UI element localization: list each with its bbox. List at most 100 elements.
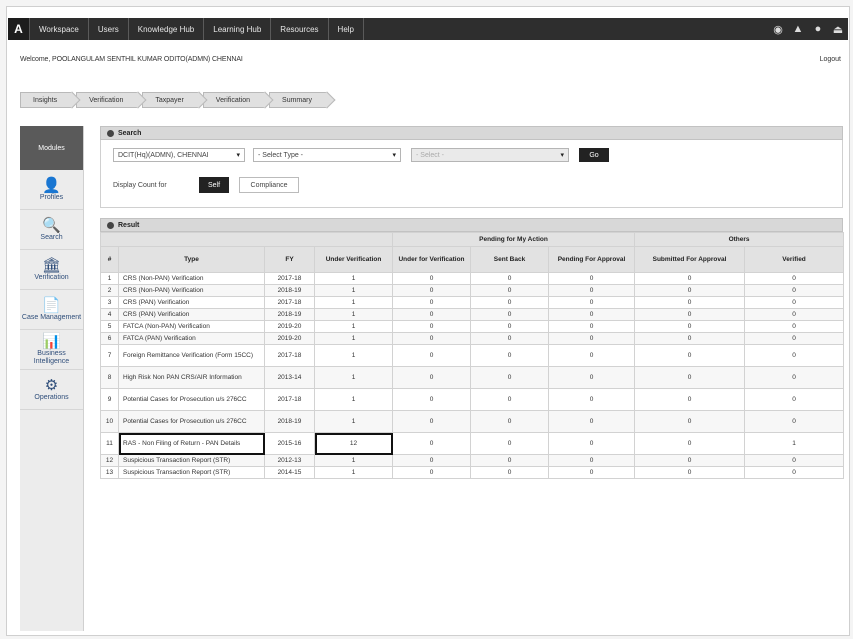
row-under-verification[interactable]: 1 — [314, 344, 393, 367]
sidebar-item-verification[interactable]: 🏛 Verification — [20, 250, 83, 290]
row-under-verification[interactable]: 1 — [314, 410, 393, 433]
nav-users[interactable]: Users — [89, 18, 129, 40]
row-type[interactable]: FATCA (PAN) Verification — [118, 332, 265, 345]
row-verified[interactable]: 0 — [744, 296, 845, 309]
row-under-verification[interactable]: 1 — [314, 296, 393, 309]
sidebar-item-operations[interactable]: ⚙ Operations — [20, 370, 83, 410]
row-sent-back[interactable]: 0 — [470, 284, 549, 297]
user-icon[interactable]: ● — [808, 18, 828, 40]
subtype-select[interactable]: - Select - ▾ — [411, 148, 569, 162]
sidebar-item-search[interactable]: 🔍 Search — [20, 210, 83, 250]
row-under-verification[interactable]: 1 — [314, 272, 393, 285]
row-type[interactable]: CRS (PAN) Verification — [118, 296, 265, 309]
row-sent-back[interactable]: 0 — [470, 320, 549, 333]
row-pending-approval[interactable]: 0 — [547, 284, 636, 297]
row-verified[interactable]: 0 — [744, 332, 845, 345]
row-under-for-verification[interactable]: 0 — [392, 432, 471, 455]
row-under-for-verification[interactable]: 0 — [392, 332, 471, 345]
compliance-button[interactable]: Compliance — [239, 177, 299, 193]
row-pending-approval[interactable]: 0 — [547, 388, 636, 411]
row-under-verification[interactable]: 1 — [314, 454, 393, 467]
row-pending-approval[interactable]: 0 — [547, 332, 636, 345]
row-submitted-approval[interactable]: 0 — [634, 320, 746, 333]
row-type[interactable]: FATCA (Non-PAN) Verification — [118, 320, 265, 333]
row-under-for-verification[interactable]: 0 — [392, 308, 471, 321]
row-submitted-approval[interactable]: 0 — [634, 296, 746, 309]
row-type[interactable]: CRS (Non-PAN) Verification — [118, 284, 265, 297]
row-type[interactable]: Suspicious Transaction Report (STR) — [118, 454, 265, 467]
row-under-for-verification[interactable]: 0 — [392, 296, 471, 309]
result-panel-title[interactable]: Result — [100, 218, 843, 232]
crumb-taxpayer[interactable]: Taxpayer — [142, 92, 199, 108]
row-submitted-approval[interactable]: 0 — [634, 432, 746, 455]
globe-icon[interactable]: ◉ — [768, 18, 788, 40]
row-under-for-verification[interactable]: 0 — [392, 284, 471, 297]
row-under-verification[interactable]: 1 — [314, 308, 393, 321]
row-submitted-approval[interactable]: 0 — [634, 308, 746, 321]
type-select[interactable]: - Select Type - ▾ — [253, 148, 401, 162]
row-pending-approval[interactable]: 0 — [547, 296, 636, 309]
row-pending-approval[interactable]: 0 — [547, 410, 636, 433]
row-under-for-verification[interactable]: 0 — [392, 366, 471, 389]
row-verified[interactable]: 0 — [744, 308, 845, 321]
nav-learning-hub[interactable]: Learning Hub — [204, 18, 272, 40]
home-button[interactable]: A — [8, 18, 30, 40]
row-pending-approval[interactable]: 0 — [547, 308, 636, 321]
row-verified[interactable]: 0 — [744, 466, 845, 479]
search-panel-title[interactable]: Search — [100, 126, 843, 140]
row-under-for-verification[interactable]: 0 — [392, 410, 471, 433]
row-sent-back[interactable]: 0 — [470, 410, 549, 433]
nav-workspace[interactable]: Workspace — [30, 18, 89, 40]
row-pending-approval[interactable]: 0 — [547, 366, 636, 389]
row-sent-back[interactable]: 0 — [470, 296, 549, 309]
crumb-summary[interactable]: Summary — [269, 92, 327, 108]
bell-icon[interactable]: ▲ — [788, 18, 808, 40]
row-submitted-approval[interactable]: 0 — [634, 344, 746, 367]
row-verified[interactable]: 0 — [744, 284, 845, 297]
jurisdiction-select[interactable]: DCIT(Hq)(ADMN), CHENNAI ▾ — [113, 148, 245, 162]
row-under-for-verification[interactable]: 0 — [392, 272, 471, 285]
row-under-verification[interactable]: 1 — [314, 284, 393, 297]
row-under-for-verification[interactable]: 0 — [392, 388, 471, 411]
row-under-verification[interactable]: 1 — [314, 332, 393, 345]
row-submitted-approval[interactable]: 0 — [634, 388, 746, 411]
row-sent-back[interactable]: 0 — [470, 272, 549, 285]
sidebar-item-profiles[interactable]: 👤 Profiles — [20, 170, 83, 210]
row-under-verification[interactable]: 12 — [314, 432, 393, 455]
logout-icon[interactable]: ⏏ — [828, 18, 848, 40]
row-pending-approval[interactable]: 0 — [547, 466, 636, 479]
crumb-verification-2[interactable]: Verification — [202, 92, 266, 108]
row-pending-approval[interactable]: 0 — [547, 432, 636, 455]
row-sent-back[interactable]: 0 — [470, 388, 549, 411]
row-sent-back[interactable]: 0 — [470, 466, 549, 479]
row-sent-back[interactable]: 0 — [470, 432, 549, 455]
row-verified[interactable]: 0 — [744, 388, 845, 411]
row-sent-back[interactable]: 0 — [470, 332, 549, 345]
row-type[interactable]: CRS (PAN) Verification — [118, 308, 265, 321]
row-pending-approval[interactable]: 0 — [547, 454, 636, 467]
row-sent-back[interactable]: 0 — [470, 366, 549, 389]
crumb-verification[interactable]: Verification — [76, 92, 139, 108]
row-verified[interactable]: 0 — [744, 272, 845, 285]
row-pending-approval[interactable]: 0 — [547, 320, 636, 333]
row-submitted-approval[interactable]: 0 — [634, 410, 746, 433]
row-pending-approval[interactable]: 0 — [547, 344, 636, 367]
row-type[interactable]: Potential Cases for Prosecution u/s 276C… — [118, 388, 265, 411]
row-verified[interactable]: 0 — [744, 320, 845, 333]
row-type[interactable]: Suspicious Transaction Report (STR) — [118, 466, 265, 479]
row-type[interactable]: Foreign Remittance Verification (Form 15… — [118, 344, 265, 367]
logout-link[interactable]: Logout — [820, 56, 841, 63]
row-under-verification[interactable]: 1 — [314, 466, 393, 479]
go-button[interactable]: Go — [579, 148, 609, 162]
self-button[interactable]: Self — [199, 177, 229, 193]
sidebar-item-case-management[interactable]: 📄 Case Management — [20, 290, 83, 330]
row-sent-back[interactable]: 0 — [470, 344, 549, 367]
row-sent-back[interactable]: 0 — [470, 454, 549, 467]
row-under-verification[interactable]: 1 — [314, 388, 393, 411]
row-type[interactable]: CRS (Non-PAN) Verification — [118, 272, 265, 285]
row-verified[interactable]: 0 — [744, 410, 845, 433]
nav-help[interactable]: Help — [329, 18, 364, 40]
row-pending-approval[interactable]: 0 — [547, 272, 636, 285]
crumb-insights[interactable]: Insights — [20, 92, 73, 108]
row-submitted-approval[interactable]: 0 — [634, 466, 746, 479]
